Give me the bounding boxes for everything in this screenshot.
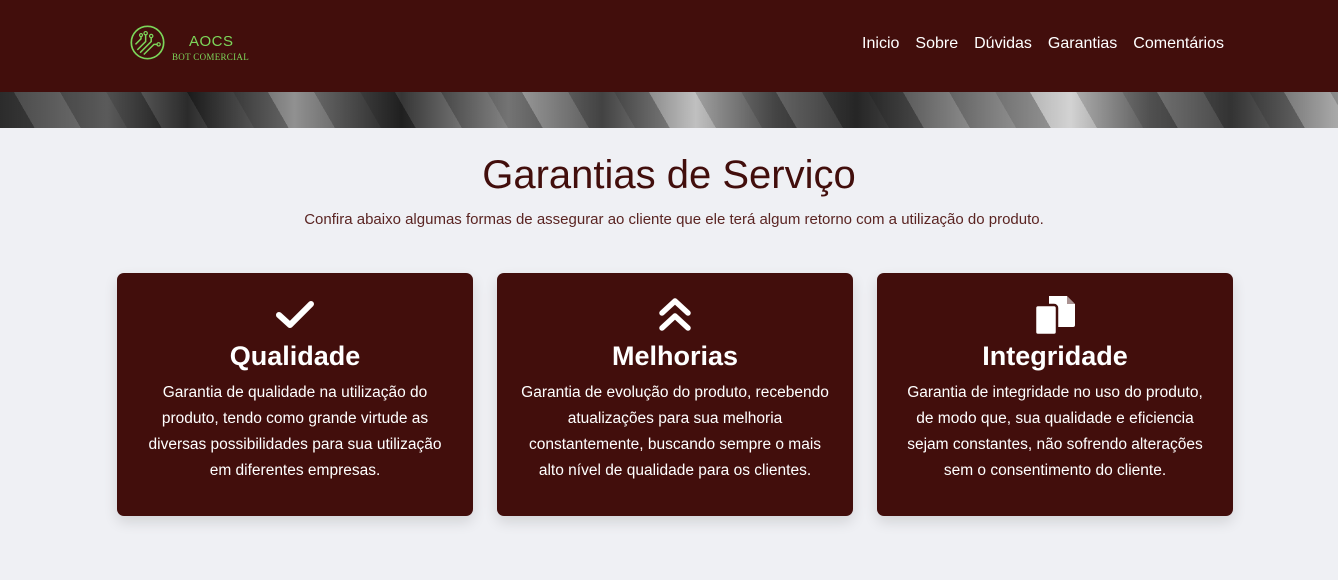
guarantee-card-qualidade: Qualidade Garantia de qualidade na utili… (117, 273, 473, 516)
nav-link-inicio[interactable]: Inicio (862, 33, 899, 55)
brand-tagline: BOT COMERCIAL (172, 52, 249, 62)
nav-link-garantias[interactable]: Garantias (1048, 33, 1117, 55)
circuit-logo-icon (130, 25, 165, 60)
main-nav: Inicio Sobre Dúvidas Garantias Comentári… (862, 33, 1224, 55)
card-title: Integridade (982, 341, 1128, 371)
card-title: Melhorias (611, 341, 739, 371)
nav-link-comentarios[interactable]: Comentários (1133, 33, 1224, 55)
guarantee-card-integridade: Integridade Garantia de integridade no u… (877, 273, 1233, 516)
card-text: Garantia de evolução do produto, receben… (521, 384, 829, 479)
section-subtitle: Confira abaixo algumas formas de assegur… (304, 211, 1044, 228)
nav-link-sobre[interactable]: Sobre (915, 33, 958, 55)
double-chevron-up-icon (497, 295, 853, 335)
card-title: Qualidade (229, 341, 361, 371)
card-text: Garantia de integridade no uso do produt… (907, 384, 1203, 479)
site-header: AOCS BOT COMERCIAL Inicio Sobre Dúvidas … (0, 0, 1338, 92)
brand-logo[interactable]: AOCS BOT COMERCIAL (129, 24, 249, 63)
brand-name: AOCS (189, 33, 234, 50)
guarantee-card-melhorias: Melhorias Garantia de evolução do produt… (497, 273, 853, 516)
copy-icon (877, 295, 1233, 336)
section-title: Garantias de Serviço (482, 153, 856, 197)
hero-banner-image (0, 92, 1338, 128)
card-text: Garantia de qualidade na utilização do p… (148, 384, 442, 479)
nav-link-duvidas[interactable]: Dúvidas (974, 33, 1032, 55)
check-icon (117, 295, 473, 335)
